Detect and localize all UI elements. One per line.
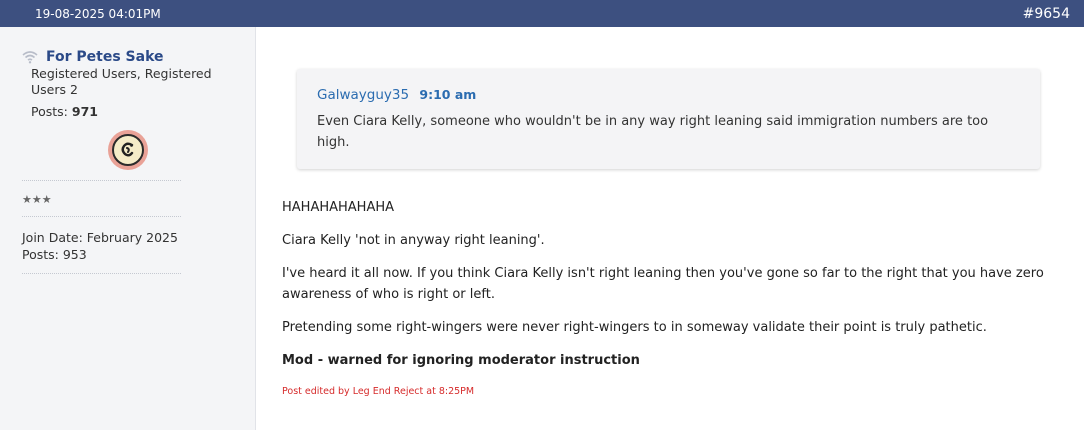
avatar-image	[111, 134, 144, 166]
wifi-icon	[22, 51, 38, 64]
post-date: 19-08-2025 04:01PM	[35, 6, 161, 21]
post-paragraph: Ciara Kelly 'not in anyway right leaning…	[282, 233, 545, 248]
sidebar-divider	[22, 273, 181, 274]
post-content: Galwayguy35 9:10 am Even Ciara Kelly, so…	[257, 27, 1084, 430]
post-paragraph: HAHAHAHAHAHA	[282, 200, 395, 215]
avatar-container	[22, 130, 233, 170]
post-paragraph: Pretending some right-wingers were never…	[282, 320, 987, 335]
post-body: HAHAHAHAHAHA Ciara Kelly 'not in anyway …	[282, 197, 1062, 402]
user-sidebar: For Petes Sake Registered Users, Registe…	[0, 27, 256, 430]
quote-block: Galwayguy35 9:10 am Even Ciara Kelly, so…	[297, 69, 1040, 169]
quote-time-link[interactable]: 9:10 am	[419, 87, 476, 102]
user-join-info: Join Date: February 2025 Posts: 953	[22, 229, 233, 263]
quote-author-link[interactable]: Galwayguy35	[317, 87, 409, 103]
edited-note: Post edited by Leg End Reject at 8:25PM	[282, 386, 475, 397]
quote-text: Even Ciara Kelly, someone who wouldn't b…	[317, 114, 989, 150]
avatar-symbol-icon	[121, 142, 133, 157]
sidebar-divider	[22, 180, 181, 181]
user-post-count: Posts: 971	[31, 104, 233, 119]
posts-total: Posts: 953	[22, 247, 87, 262]
posts-label: Posts:	[31, 104, 68, 119]
user-rank-stars: ★★★	[22, 193, 52, 206]
quote-header: Galwayguy35 9:10 am	[317, 87, 1020, 103]
username-line: For Petes Sake	[22, 49, 233, 65]
post-header: 19-08-2025 04:01PM #9654	[0, 0, 1084, 27]
avatar[interactable]	[107, 130, 148, 170]
moderator-note: Mod - warned for ignoring moderator inst…	[282, 353, 640, 368]
post-paragraph: I've heard it all now. If you think Ciar…	[282, 266, 1044, 302]
user-groups: Registered Users, Registered Users 2	[31, 66, 212, 97]
join-date: Join Date: February 2025	[22, 230, 178, 245]
username-link[interactable]: For Petes Sake	[46, 49, 164, 65]
posts-count: 971	[71, 104, 98, 119]
post-number-link[interactable]: #9654	[1023, 6, 1070, 22]
sidebar-divider	[22, 216, 181, 217]
